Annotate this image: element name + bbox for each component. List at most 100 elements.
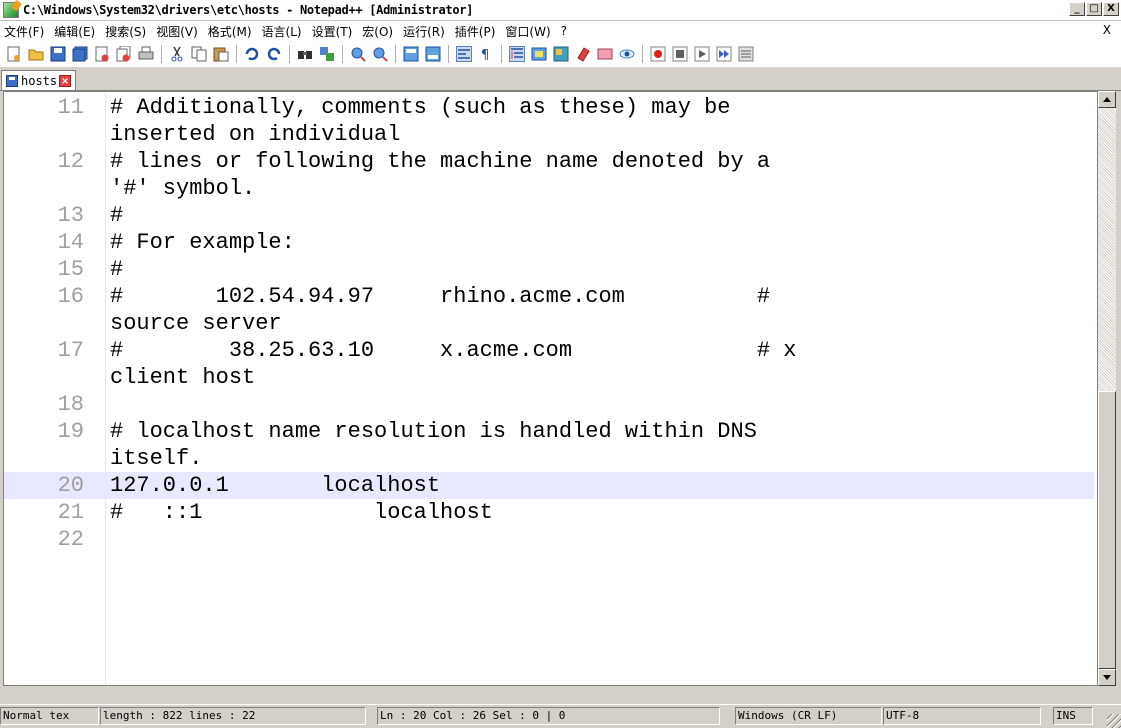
- record-macro-icon[interactable]: [650, 46, 666, 62]
- doc-map-icon[interactable]: [531, 46, 547, 62]
- save-all-icon[interactable]: [72, 46, 88, 62]
- current-line[interactable]: 20 127.0.0.1 localhost: [4, 472, 1094, 499]
- window-controls: _ □ X: [1069, 2, 1119, 16]
- editor-line[interactable]: client host: [4, 364, 1094, 391]
- window-title: C:\Windows\System32\drivers\etc\hosts - …: [23, 3, 474, 17]
- close-window-button[interactable]: X: [1103, 2, 1119, 16]
- line-text: # 38.25.63.10 x.acme.com # x: [110, 338, 797, 363]
- open-file-icon[interactable]: [28, 46, 44, 62]
- editor-line[interactable]: 17 # 38.25.63.10 x.acme.com # x: [4, 337, 1094, 364]
- close-document-button[interactable]: X: [1103, 23, 1111, 37]
- editor-line[interactable]: itself.: [4, 445, 1094, 472]
- status-eol-format[interactable]: Windows (CR LF): [735, 707, 882, 725]
- tab-close-icon[interactable]: ×: [59, 74, 72, 87]
- editor-line[interactable]: 11 # Additionally, comments (such as thes…: [4, 94, 1094, 121]
- tab-hosts[interactable]: hosts ×: [1, 70, 77, 90]
- stop-macro-icon[interactable]: [672, 46, 688, 62]
- line-number: 11: [57, 95, 84, 120]
- toolbar-separator: [448, 45, 449, 63]
- toolbar-separator: [161, 45, 162, 63]
- editor-line[interactable]: source server: [4, 310, 1094, 337]
- line-number: 18: [57, 392, 84, 417]
- menu-edit[interactable]: 编辑(E): [49, 23, 100, 40]
- menu-language[interactable]: 语言(L): [257, 23, 307, 40]
- menu-search[interactable]: 搜索(S): [100, 23, 151, 40]
- line-text: # For example:: [110, 230, 295, 255]
- status-insert-mode: INS: [1053, 707, 1093, 725]
- editor-line[interactable]: 13 #: [4, 202, 1094, 229]
- scroll-down-button[interactable]: [1098, 669, 1116, 686]
- notepadpp-app-icon[interactable]: [3, 2, 19, 18]
- editor-line[interactable]: 12 # lines or following the machine name …: [4, 148, 1094, 175]
- line-number: 12: [57, 149, 84, 174]
- menu-view[interactable]: 视图(V): [151, 23, 203, 40]
- line-number: 22: [57, 527, 84, 552]
- monitor-icon[interactable]: [597, 46, 613, 62]
- editor-line[interactable]: 15 #: [4, 256, 1094, 283]
- function-list-icon[interactable]: [553, 46, 569, 62]
- menu-macro[interactable]: 宏(O): [357, 23, 398, 40]
- line-text: # Additionally, comments (such as these)…: [110, 95, 731, 120]
- copy-icon[interactable]: [191, 46, 207, 62]
- indent-guide-icon[interactable]: [509, 46, 525, 62]
- menu-window[interactable]: 窗口(W): [500, 23, 555, 40]
- editor-line[interactable]: 19 # localhost name resolution is handled…: [4, 418, 1094, 445]
- zoom-in-icon[interactable]: [350, 46, 366, 62]
- redo-icon[interactable]: [266, 46, 282, 62]
- vertical-scrollbar[interactable]: [1098, 91, 1116, 686]
- menu-plugins[interactable]: 插件(P): [450, 23, 501, 40]
- find-icon[interactable]: [297, 46, 313, 62]
- editor-line[interactable]: '#' symbol.: [4, 175, 1094, 202]
- toolbar-separator: [642, 45, 643, 63]
- text-editor[interactable]: 11 # Additionally, comments (such as thes…: [3, 91, 1098, 686]
- editor-line[interactable]: 21 # ::1 localhost: [4, 499, 1094, 526]
- editor-line[interactable]: inserted on individual: [4, 121, 1094, 148]
- toolbar-separator: [395, 45, 396, 63]
- arrow-up-icon: [1103, 97, 1111, 102]
- scroll-up-button[interactable]: [1098, 91, 1116, 108]
- minimize-button[interactable]: _: [1069, 2, 1085, 16]
- menu-format[interactable]: 格式(M): [203, 23, 257, 40]
- menu-file[interactable]: 文件(F): [0, 23, 49, 40]
- menu-help[interactable]: ?: [556, 24, 572, 38]
- menu-settings[interactable]: 设置(T): [307, 23, 358, 40]
- svg-text:¶: ¶: [481, 48, 489, 62]
- toolbar-separator: [342, 45, 343, 63]
- resize-grip[interactable]: [1107, 714, 1121, 728]
- line-text: #: [110, 203, 124, 228]
- line-number: 21: [57, 500, 84, 525]
- save-macro-icon[interactable]: [738, 46, 754, 62]
- menu-run[interactable]: 运行(R): [398, 23, 450, 40]
- status-encoding[interactable]: UTF-8: [883, 707, 1041, 725]
- close-icon[interactable]: [94, 46, 110, 62]
- status-length-lines: length : 822 lines : 22: [100, 707, 366, 725]
- saved-file-icon: [6, 74, 18, 87]
- close-all-icon[interactable]: [116, 46, 132, 62]
- paste-icon[interactable]: [213, 46, 229, 62]
- run-macro-multiple-icon[interactable]: [716, 46, 732, 62]
- editor-line[interactable]: 22: [4, 526, 1094, 553]
- show-all-chars-icon[interactable]: ¶: [478, 46, 494, 62]
- replace-icon[interactable]: [319, 46, 335, 62]
- line-text: # ::1 localhost: [110, 500, 493, 525]
- save-icon[interactable]: [50, 46, 66, 62]
- eye-icon[interactable]: [619, 46, 635, 62]
- word-wrap-icon[interactable]: [456, 46, 472, 62]
- print-icon[interactable]: [138, 46, 154, 62]
- sync-horizontal-icon[interactable]: [425, 46, 441, 62]
- play-macro-icon[interactable]: [694, 46, 710, 62]
- cut-icon[interactable]: [169, 46, 185, 62]
- zoom-out-icon[interactable]: [372, 46, 388, 62]
- undo-icon[interactable]: [244, 46, 260, 62]
- editor-line[interactable]: 18: [4, 391, 1094, 418]
- line-number: 19: [57, 419, 84, 444]
- maximize-button[interactable]: □: [1086, 2, 1102, 16]
- toolbar: ¶: [0, 41, 1121, 67]
- scrollbar-thumb[interactable]: [1098, 391, 1116, 669]
- folder-workspace-icon[interactable]: [575, 46, 591, 62]
- new-file-icon[interactable]: [6, 46, 22, 62]
- sync-vertical-icon[interactable]: [403, 46, 419, 62]
- editor-line[interactable]: 14 # For example:: [4, 229, 1094, 256]
- editor-line[interactable]: 16 # 102.54.94.97 rhino.acme.com #: [4, 283, 1094, 310]
- line-number: 16: [57, 284, 84, 309]
